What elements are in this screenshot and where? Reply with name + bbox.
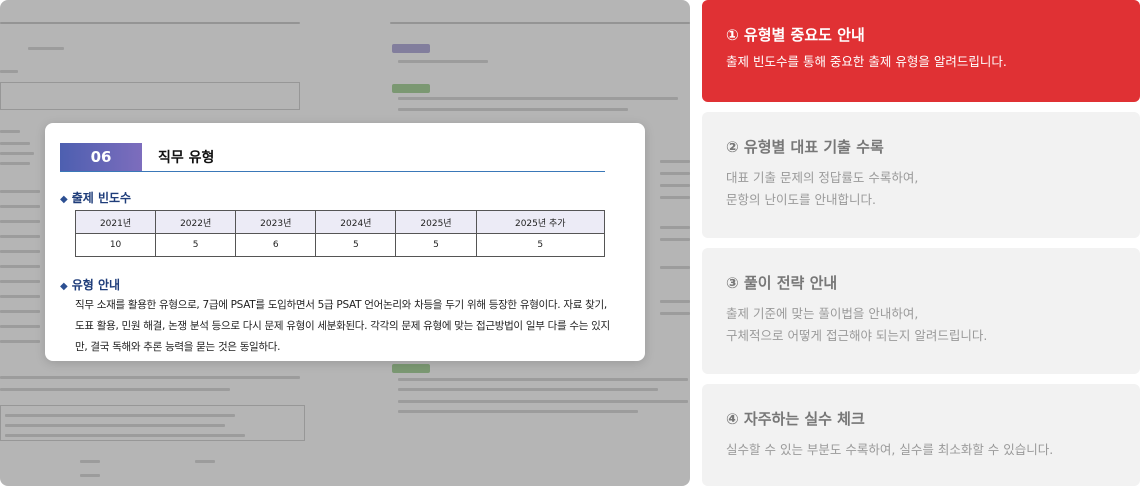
feature-item-past-exams[interactable]: ② 유형별 대표 기출 수록 대표 기출 문제의 정답률도 수록하여, 문항의 …: [702, 112, 1140, 238]
table-header-cell: 2025년 추가: [475, 210, 606, 234]
table-header-cell: 2023년: [235, 210, 317, 234]
preview-card: 06 직무 유형 ◆ 출제 빈도수 2021년 2022년 2023년 2024년…: [45, 123, 645, 361]
feature-title: ② 유형별 대표 기출 수록: [726, 138, 884, 156]
table-header-cell: 2021년: [74, 210, 157, 234]
feature-desc: 출제 기준에 맞는 풀이법을 안내하여, 구체적으로 어떻게 접근해야 되는지 …: [726, 303, 1116, 347]
table-cell: 5: [475, 233, 606, 257]
guide-heading-label: 유형 안내: [71, 278, 121, 292]
feature-item-strategy[interactable]: ③ 풀이 전략 안내 출제 기준에 맞는 풀이법을 안내하여, 구체적으로 어떻…: [702, 248, 1140, 374]
table-header-cell: 2024년: [315, 210, 397, 234]
guide-text: 직무 소재를 활용한 유형으로, 7급에 PSAT를 도입하면서 5급 PSAT…: [75, 299, 610, 353]
feature-title: ① 유형별 중요도 안내: [726, 26, 865, 44]
book-preview: 06 직무 유형 ◆ 출제 빈도수 2021년 2022년 2023년 2024년…: [0, 0, 690, 486]
section-header: 06 직무 유형: [60, 143, 605, 172]
guide-heading: ◆ 유형 안내: [60, 276, 120, 293]
frequency-table: 2021년 2022년 2023년 2024년 2025년 2025년 추가 1…: [74, 210, 606, 257]
table-cell: 5: [155, 233, 237, 257]
table-row: 10 5 6 5 5 5: [74, 233, 606, 257]
feature-desc-line: 출제 빈도수를 통해 중요한 출제 유형을 알려드립니다.: [726, 54, 1007, 69]
feature-desc-line: 대표 기출 문제의 정답률도 수록하여,: [726, 170, 919, 185]
section-title: 직무 유형: [158, 150, 215, 166]
feature-desc-line: 실수할 수 있는 부분도 수록하여, 실수를 최소화할 수 있습니다.: [726, 442, 1054, 457]
feature-title: ③ 풀이 전략 안내: [726, 274, 838, 292]
section-number: 06: [60, 143, 142, 171]
feature-desc: 대표 기출 문제의 정답률도 수록하여, 문항의 난이도를 안내합니다.: [726, 167, 1116, 211]
table-cell: 5: [395, 233, 477, 257]
feature-desc: 출제 빈도수를 통해 중요한 출제 유형을 알려드립니다.: [726, 51, 1116, 73]
frequency-heading: ◆ 출제 빈도수: [60, 189, 131, 206]
table-header-cell: 2025년: [395, 210, 477, 234]
table-header-row: 2021년 2022년 2023년 2024년 2025년 2025년 추가: [74, 210, 606, 234]
diamond-bullet-icon: ◆: [60, 281, 68, 292]
frequency-heading-label: 출제 빈도수: [71, 191, 132, 205]
page-root: 06 직무 유형 ◆ 출제 빈도수 2021년 2022년 2023년 2024년…: [0, 0, 1140, 486]
table-cell: 6: [235, 233, 317, 257]
feature-desc-line: 출제 기준에 맞는 풀이법을 안내하여,: [726, 306, 919, 321]
feature-desc-line: 구체적으로 어떻게 접근해야 되는지 알려드립니다.: [726, 328, 988, 343]
table-header-cell: 2022년: [155, 210, 237, 234]
feature-title: ④ 자주하는 실수 체크: [726, 410, 865, 428]
diamond-bullet-icon: ◆: [60, 194, 68, 205]
table-cell: 5: [315, 233, 397, 257]
feature-item-importance[interactable]: ① 유형별 중요도 안내 출제 빈도수를 통해 중요한 출제 유형을 알려드립니…: [702, 0, 1140, 102]
table-cell: 10: [74, 233, 157, 257]
feature-item-mistakes[interactable]: ④ 자주하는 실수 체크 실수할 수 있는 부분도 수록하여, 실수를 최소화할…: [702, 384, 1140, 486]
feature-desc: 실수할 수 있는 부분도 수록하여, 실수를 최소화할 수 있습니다.: [726, 439, 1116, 461]
feature-desc-line: 문항의 난이도를 안내합니다.: [726, 192, 876, 207]
